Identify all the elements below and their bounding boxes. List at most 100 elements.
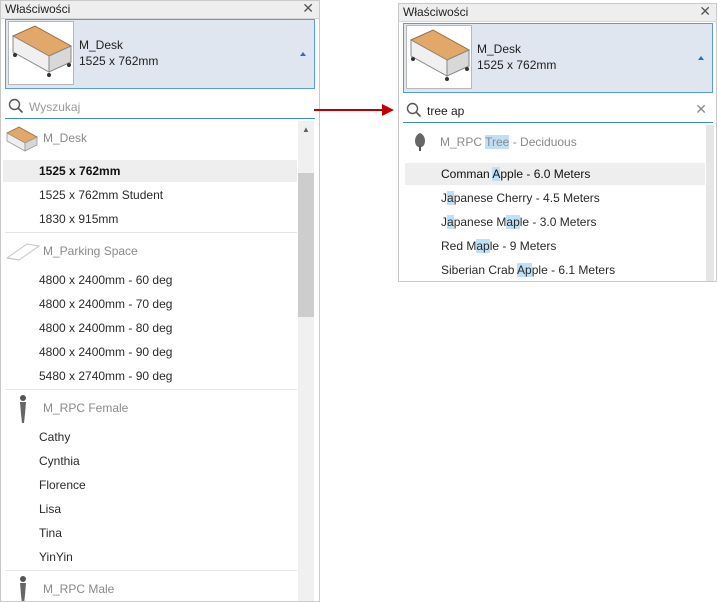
- close-icon[interactable]: ✕: [302, 1, 314, 17]
- list-item[interactable]: 1525 x 762mm Student: [3, 184, 297, 206]
- list-item[interactable]: 4800 x 2400mm - 70 deg: [3, 293, 297, 315]
- family-label: M_RPC Female: [43, 401, 129, 415]
- label-part: le - 9 Meters: [489, 239, 557, 253]
- selected-type-size: 1525 x 762mm: [477, 58, 557, 72]
- label-part: le - 3.0 Meters: [519, 215, 597, 229]
- title-bar: Właściwości ✕: [399, 4, 716, 22]
- match-highlight: Tree: [485, 135, 510, 149]
- match-highlight: ap: [506, 215, 520, 229]
- list-item[interactable]: 1525 x 762mm: [3, 160, 297, 182]
- list-item[interactable]: Comman Apple - 6.0 Meters: [405, 163, 705, 185]
- desk-thumbnail: [8, 21, 74, 85]
- list-item[interactable]: Florence: [3, 474, 297, 496]
- label-part: pple - 6.0 Meters: [500, 167, 591, 181]
- label-part: ple - 6.1 Meters: [531, 263, 616, 277]
- type-label: 4800 x 2400mm - 70 deg: [39, 297, 173, 311]
- clear-search-icon[interactable]: ✕: [695, 101, 707, 118]
- type-label: 4800 x 2400mm - 60 deg: [39, 273, 173, 287]
- dropdown-caret-icon[interactable]: [300, 52, 306, 56]
- list-item[interactable]: Red Maple - 9 Meters: [405, 235, 705, 257]
- type-label: 4800 x 2400mm - 90 deg: [39, 345, 173, 359]
- type-label: Japanese Cherry - 4.5 Meters: [441, 191, 600, 205]
- person-icon: [17, 394, 29, 427]
- person-icon: [17, 575, 29, 601]
- type-label: Cynthia: [39, 454, 80, 468]
- type-label: Japanese Maple - 3.0 Meters: [441, 215, 596, 229]
- match-highlight: ap: [476, 239, 490, 253]
- list-item[interactable]: 4800 x 2400mm - 60 deg: [3, 269, 297, 291]
- family-header-desk: M_Desk: [1, 121, 297, 155]
- family-label: M_Desk: [43, 131, 88, 145]
- match-highlight: Ap: [517, 263, 532, 277]
- type-label: Tina: [39, 526, 62, 540]
- list-item[interactable]: Lisa: [3, 498, 297, 520]
- type-label: Siberian Crab Apple - 6.1 Meters: [441, 263, 615, 277]
- list-item[interactable]: 4800 x 2400mm - 80 deg: [3, 317, 297, 339]
- type-label: Comman Apple - 6.0 Meters: [441, 167, 590, 181]
- label-part: panese M: [453, 215, 507, 229]
- panel-title: Właściwości: [403, 5, 469, 19]
- type-label: Florence: [39, 478, 86, 492]
- match-highlight: a: [447, 191, 454, 205]
- scrollbar-thumb[interactable]: [706, 125, 714, 281]
- list-item[interactable]: 5480 x 2740mm - 90 deg: [3, 365, 297, 387]
- scrollbar[interactable]: ▲: [298, 121, 314, 601]
- dropdown-caret-icon[interactable]: [698, 56, 704, 60]
- panel-title: Właściwości: [5, 2, 71, 16]
- search-icon: [406, 102, 422, 118]
- label-part: Comman: [441, 167, 493, 181]
- type-label: 4800 x 2400mm - 80 deg: [39, 321, 173, 335]
- family-label-part: - Deciduous: [509, 135, 577, 149]
- family-label: M_RPC Tree - Deciduous: [440, 135, 577, 149]
- type-label: YinYin: [39, 550, 73, 564]
- arrow-icon: [314, 104, 394, 116]
- family-header-parking: M_Parking Space: [1, 234, 297, 268]
- properties-panel-left: Właściwości ✕ M_Desk 1525 x 762mm Wyszuk…: [0, 0, 320, 602]
- list-item[interactable]: 1830 x 915mm: [3, 208, 297, 230]
- list-item[interactable]: Japanese Maple - 3.0 Meters: [405, 211, 705, 233]
- divider: [5, 570, 297, 571]
- family-header-rpc-female: M_RPC Female: [1, 391, 297, 425]
- search-box: [5, 95, 315, 119]
- title-bar: Właściwości ✕: [1, 1, 319, 19]
- type-list: M_Desk 1525 x 762mm 1525 x 762mm Student…: [1, 121, 297, 601]
- selected-type-size: 1525 x 762mm: [79, 54, 159, 68]
- family-header-rpc-tree: M_RPC Tree - Deciduous: [399, 125, 705, 159]
- list-item[interactable]: Japanese Cherry - 4.5 Meters: [405, 187, 705, 209]
- scrollbar[interactable]: [706, 125, 714, 281]
- list-item[interactable]: Cynthia: [3, 450, 297, 472]
- selected-family-name: M_Desk: [79, 38, 124, 52]
- desk-thumbnail: [406, 25, 472, 89]
- scrollbar-thumb[interactable]: [298, 173, 314, 317]
- list-item[interactable]: YinYin: [3, 546, 297, 568]
- match-highlight: a: [447, 215, 454, 229]
- label-part: panese Cherry - 4.5 Meters: [453, 191, 600, 205]
- type-label: Cathy: [39, 430, 71, 444]
- divider: [5, 232, 297, 233]
- scroll-up-arrow-icon[interactable]: ▲: [302, 125, 310, 134]
- search-input[interactable]: [29, 98, 295, 115]
- search-input[interactable]: [427, 102, 693, 119]
- search-box: ✕: [403, 99, 713, 123]
- selected-family-name: M_Desk: [477, 42, 522, 56]
- properties-panel-right: Właściwości ✕ M_Desk 1525 x 762mm ✕: [398, 3, 717, 282]
- type-label: 1525 x 762mm Student: [39, 188, 164, 202]
- type-selector[interactable]: M_Desk 1525 x 762mm: [403, 23, 713, 93]
- search-icon: [8, 98, 24, 114]
- type-label: Lisa: [39, 502, 62, 516]
- family-label: M_RPC Male: [43, 582, 115, 596]
- family-label-part: M_RPC: [440, 135, 486, 149]
- list-item[interactable]: Cathy: [3, 426, 297, 448]
- list-item[interactable]: 4800 x 2400mm - 90 deg: [3, 341, 297, 363]
- type-selector[interactable]: M_Desk 1525 x 762mm: [5, 19, 315, 89]
- close-icon[interactable]: ✕: [699, 4, 711, 20]
- tree-icon: [413, 132, 427, 155]
- family-label: M_Parking Space: [43, 244, 138, 258]
- list-item[interactable]: Tina: [3, 522, 297, 544]
- list-item[interactable]: Siberian Crab Apple - 6.1 Meters: [405, 259, 705, 281]
- parking-space-icon: [5, 242, 41, 265]
- label-part: Siberian Crab: [441, 263, 518, 277]
- type-label: 5480 x 2740mm - 90 deg: [39, 369, 173, 383]
- label-part: Red M: [441, 239, 477, 253]
- desk-icon: [5, 125, 39, 156]
